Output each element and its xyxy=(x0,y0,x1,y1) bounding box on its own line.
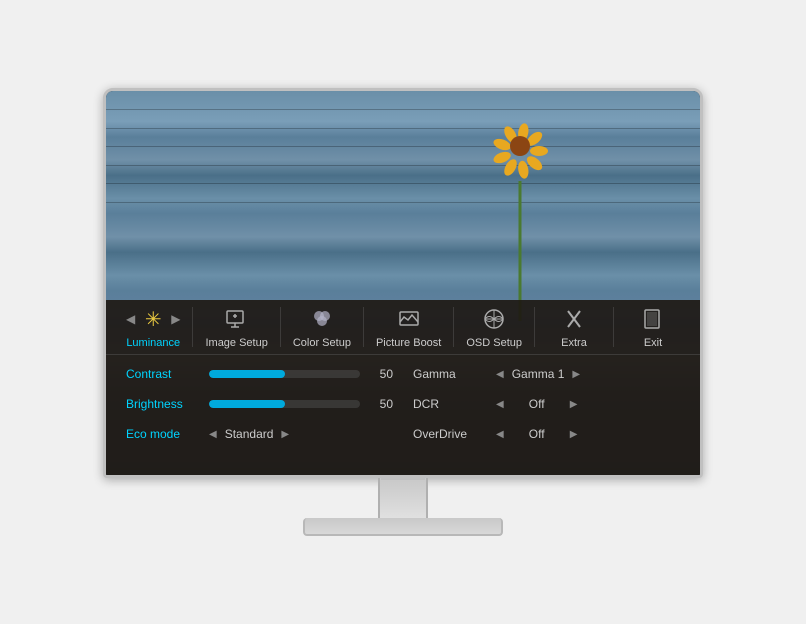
extra-label: Extra xyxy=(561,337,587,349)
brightness-value: 50 xyxy=(368,397,393,411)
nav-divider-4 xyxy=(453,307,454,347)
eco-mode-row: Eco mode ◀ Standard ▶ xyxy=(126,423,393,445)
gamma-value: Gamma 1 xyxy=(512,367,565,381)
color-setup-label: Color Setup xyxy=(293,337,351,349)
brightness-label: Brightness xyxy=(126,397,201,411)
exit-icon xyxy=(639,305,667,333)
nav-item-image-setup[interactable]: Image Setup xyxy=(197,301,275,353)
eco-mode-value: Standard xyxy=(225,427,274,441)
overdrive-left-arrow[interactable]: ◀ xyxy=(496,429,504,440)
osd-right-column: Gamma ◀ Gamma 1 ▶ DCR ◀ Off ▶ OverDriv xyxy=(413,363,680,467)
nav-divider-5 xyxy=(534,307,535,347)
nav-item-color-setup[interactable]: Color Setup xyxy=(285,301,359,353)
dcr-label: DCR xyxy=(413,397,488,411)
overdrive-right-arrow[interactable]: ▶ xyxy=(570,429,578,440)
osd-setup-icon xyxy=(480,305,508,333)
overdrive-label: OverDrive xyxy=(413,427,488,441)
eco-mode-label: Eco mode xyxy=(126,427,201,441)
nav-item-exit[interactable]: Exit xyxy=(618,301,688,353)
picture-boost-label: Picture Boost xyxy=(376,337,441,349)
overdrive-value: Off xyxy=(512,427,562,441)
contrast-bar-container xyxy=(209,370,360,378)
nav-divider-6 xyxy=(613,307,614,347)
contrast-bar xyxy=(209,370,285,378)
gamma-label: Gamma xyxy=(413,367,488,381)
overdrive-row: OverDrive ◀ Off ▶ xyxy=(413,423,680,445)
nav-item-picture-boost[interactable]: Picture Boost xyxy=(368,301,449,353)
monitor-base xyxy=(303,518,503,536)
image-setup-icon xyxy=(223,305,251,333)
nav-item-osd-setup[interactable]: OSD Setup xyxy=(458,301,530,353)
extra-icon xyxy=(560,305,588,333)
contrast-row: Contrast 50 xyxy=(126,363,393,385)
osd-left-column: Contrast 50 Brightness 50 xyxy=(126,363,393,467)
gamma-right-arrow[interactable]: ▶ xyxy=(572,369,580,380)
dcr-row: DCR ◀ Off ▶ xyxy=(413,393,680,415)
gamma-row: Gamma ◀ Gamma 1 ▶ xyxy=(413,363,680,385)
flower-center xyxy=(510,136,530,156)
luminance-label: Luminance xyxy=(126,337,180,349)
osd-setup-label: OSD Setup xyxy=(466,337,522,349)
nav-item-extra[interactable]: Extra xyxy=(539,301,609,353)
osd-overlay: ◀ ✳ ▶ Luminance xyxy=(106,300,700,475)
nav-right-arrow[interactable]: ▶ xyxy=(171,312,180,326)
brightness-row: Brightness 50 xyxy=(126,393,393,415)
contrast-value: 50 xyxy=(368,367,393,381)
monitor-neck xyxy=(378,478,428,518)
gamma-left-arrow[interactable]: ◀ xyxy=(496,369,504,380)
flower-decoration xyxy=(480,121,560,321)
monitor-wrapper: ◀ ✳ ▶ Luminance xyxy=(103,88,703,536)
nav-divider-1 xyxy=(192,307,193,347)
luminance-icon: ✳ xyxy=(139,305,167,333)
brightness-bar-container xyxy=(209,400,360,408)
monitor-frame: ◀ ✳ ▶ Luminance xyxy=(103,88,703,478)
eco-mode-left-arrow[interactable]: ◀ xyxy=(209,429,217,440)
picture-boost-icon xyxy=(395,305,423,333)
osd-nav-bar: ◀ ✳ ▶ Luminance xyxy=(106,300,700,355)
dcr-value: Off xyxy=(512,397,562,411)
nav-item-luminance[interactable]: ◀ ✳ ▶ Luminance xyxy=(118,301,188,353)
image-setup-label: Image Setup xyxy=(205,337,267,349)
exit-label: Exit xyxy=(644,337,662,349)
dcr-right-arrow[interactable]: ▶ xyxy=(570,399,578,410)
osd-content-area: Contrast 50 Brightness 50 xyxy=(106,355,700,475)
flower-head xyxy=(495,121,545,171)
brightness-bar xyxy=(209,400,285,408)
contrast-label: Contrast xyxy=(126,367,201,381)
nav-divider-3 xyxy=(363,307,364,347)
nav-left-arrow[interactable]: ◀ xyxy=(126,312,135,326)
dcr-left-arrow[interactable]: ◀ xyxy=(496,399,504,410)
color-setup-icon xyxy=(308,305,336,333)
nav-divider-2 xyxy=(280,307,281,347)
plank-texture xyxy=(106,91,700,321)
eco-mode-right-arrow[interactable]: ▶ xyxy=(281,429,289,440)
